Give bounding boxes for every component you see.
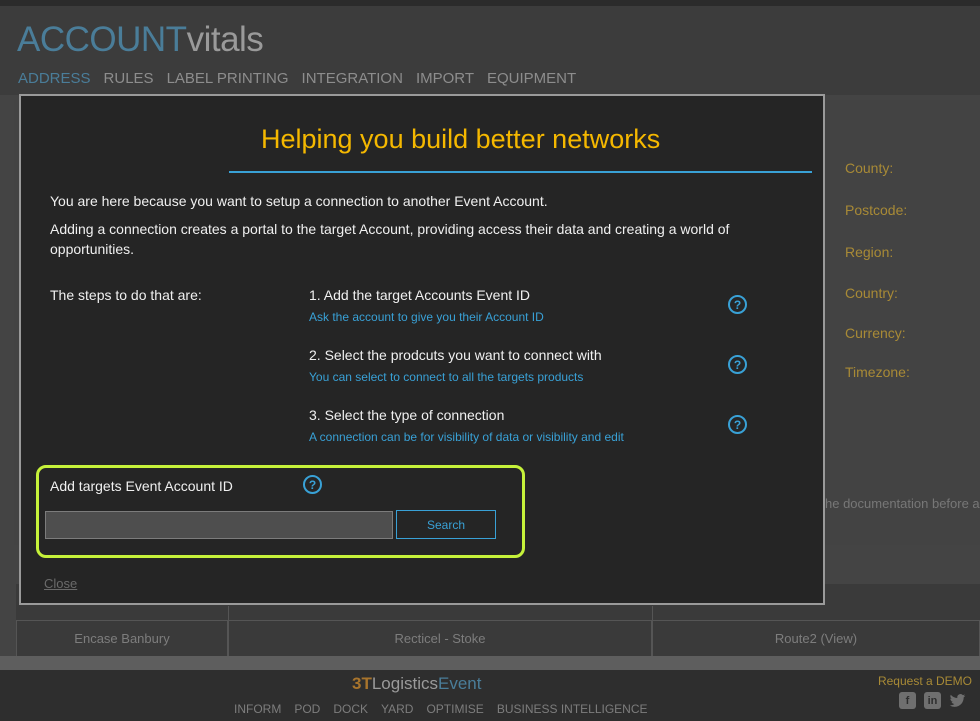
brand-part1: ACCOUNT <box>17 20 187 59</box>
footer-divider-band <box>0 656 980 670</box>
help-icon-account-id[interactable]: ? <box>303 475 322 494</box>
nav-rules[interactable]: RULES <box>104 70 154 87</box>
linkedin-icon[interactable]: in <box>924 692 941 709</box>
step-3-subtitle[interactable]: A connection can be for visibility of da… <box>309 430 624 444</box>
step-3-title: 3. Select the type of connection <box>309 407 505 423</box>
footer-nav-pod[interactable]: POD <box>294 702 320 716</box>
help-icon-step-1[interactable]: ? <box>728 295 747 314</box>
currency-label: Currency: <box>845 325 906 341</box>
step-2: 2. Select the prodcuts you want to conne… <box>309 347 602 384</box>
table-cell-route2-view[interactable]: Route2 (View) <box>652 620 980 656</box>
top-nav: ADDRESS RULES LABEL PRINTING INTEGRATION… <box>18 70 576 87</box>
twitter-icon[interactable] <box>949 692 966 709</box>
footer-logo-accent: Event <box>437 674 482 693</box>
help-icon-step-3[interactable]: ? <box>728 415 747 434</box>
step-1-subtitle[interactable]: Ask the account to give you their Accoun… <box>309 310 544 324</box>
social-links: f in <box>899 692 966 709</box>
nav-equipment[interactable]: EQUIPMENT <box>487 70 576 87</box>
steps-label: The steps to do that are: <box>50 287 202 303</box>
nav-label-printing[interactable]: LABEL PRINTING <box>167 70 289 87</box>
nav-address[interactable]: ADDRESS <box>18 70 91 87</box>
app-header: ACCOUNTvitals ADDRESS RULES LABEL PRINTI… <box>0 0 980 95</box>
country-label: Country: <box>845 285 898 301</box>
intro-text-2: Adding a connection creates a portal to … <box>50 221 730 257</box>
postcode-label: Postcode: <box>845 202 908 218</box>
documentation-text: he documentation before a <box>825 496 980 511</box>
site-footer: 3TLogisticsEvent INFORM POD DOCK YARD OP… <box>0 670 980 721</box>
modal-title: Helping you build better networks <box>261 124 661 154</box>
timezone-label: Timezone: <box>845 364 910 380</box>
table-row: Encase Banbury Recticel - Stoke Route2 (… <box>16 620 980 656</box>
footer-nav-inform[interactable]: INFORM <box>234 702 281 716</box>
step-1: 1. Add the target Accounts Event ID Ask … <box>309 287 544 324</box>
search-button[interactable]: Search <box>396 510 496 539</box>
close-link[interactable]: Close <box>44 576 77 591</box>
request-demo-link[interactable]: Request a DEMO <box>878 674 972 688</box>
footer-logo-prefix: 3T <box>352 674 372 693</box>
account-id-input[interactable] <box>45 511 393 539</box>
help-icon-step-2[interactable]: ? <box>728 355 747 374</box>
footer-logo-main: Logistics <box>371 674 438 693</box>
footer-nav-yard[interactable]: YARD <box>381 702 413 716</box>
footer-nav: INFORM POD DOCK YARD OPTIMISE BUSINESS I… <box>234 702 648 716</box>
intro-text-1: You are here because you want to setup a… <box>50 193 548 209</box>
step-1-title: 1. Add the target Accounts Event ID <box>309 287 531 303</box>
county-label: County: <box>845 160 894 176</box>
step-2-title: 2. Select the prodcuts you want to conne… <box>309 347 602 363</box>
footer-nav-dock[interactable]: DOCK <box>333 702 368 716</box>
step-3: 3. Select the type of connection A conne… <box>309 407 624 444</box>
title-divider <box>229 171 812 173</box>
nav-import[interactable]: IMPORT <box>416 70 474 87</box>
table-cell-recticel-stoke[interactable]: Recticel - Stoke <box>228 620 652 656</box>
add-account-id-label: Add targets Event Account ID <box>50 478 233 494</box>
step-2-subtitle[interactable]: You can select to connect to all the tar… <box>309 370 602 384</box>
facebook-icon[interactable]: f <box>899 692 916 709</box>
region-label: Region: <box>845 244 894 260</box>
brand-part2: vitals <box>186 20 264 59</box>
footer-logo[interactable]: 3TLogisticsEvent <box>352 674 481 694</box>
brand-logo: ACCOUNTvitals <box>17 20 264 60</box>
footer-nav-business-intelligence[interactable]: BUSINESS INTELLIGENCE <box>497 702 648 716</box>
footer-nav-optimise[interactable]: OPTIMISE <box>426 702 483 716</box>
table-cell-encase-banbury[interactable]: Encase Banbury <box>16 620 228 656</box>
connection-modal: Helping you build better networks You ar… <box>19 94 825 605</box>
nav-integration[interactable]: INTEGRATION <box>302 70 403 87</box>
